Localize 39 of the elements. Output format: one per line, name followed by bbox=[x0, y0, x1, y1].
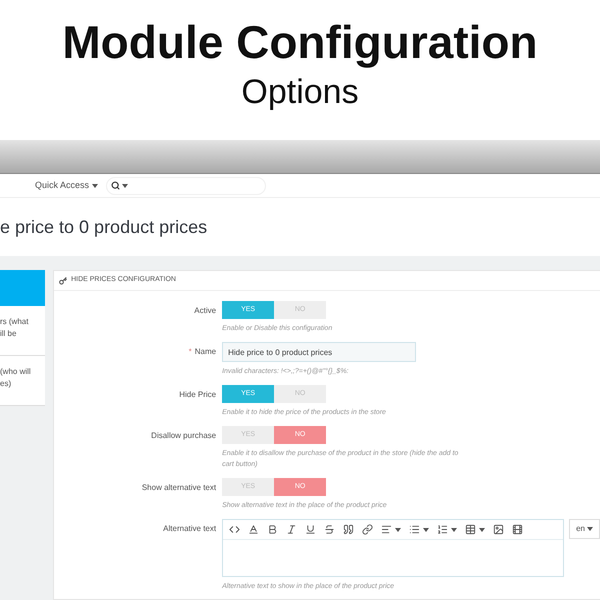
bullet-list-icon[interactable] bbox=[409, 524, 420, 535]
text-color-icon[interactable] bbox=[248, 524, 260, 535]
caret-icon bbox=[587, 527, 593, 531]
caret-icon bbox=[479, 528, 486, 532]
underline-icon[interactable] bbox=[305, 524, 316, 535]
field-label: Active bbox=[194, 305, 216, 317]
video-icon[interactable] bbox=[512, 524, 524, 535]
search-field[interactable] bbox=[106, 176, 266, 194]
strikethrough-icon[interactable] bbox=[324, 524, 336, 535]
language-dropdown[interactable]: en bbox=[569, 519, 600, 539]
field-label: Disallow purchase bbox=[151, 430, 216, 442]
caret-icon bbox=[92, 184, 98, 188]
align-left-icon[interactable] bbox=[381, 524, 392, 535]
numbered-list-icon[interactable] bbox=[437, 524, 448, 535]
field-label: Alternative text bbox=[163, 523, 216, 535]
key-icon bbox=[59, 276, 68, 284]
italic-icon[interactable] bbox=[286, 524, 298, 535]
banner-title: Module Configuration bbox=[62, 15, 538, 70]
table-icon[interactable] bbox=[465, 524, 476, 535]
field-label: Name bbox=[194, 346, 216, 358]
caret-icon bbox=[395, 528, 402, 532]
required-mark: * bbox=[188, 346, 192, 358]
image-icon[interactable] bbox=[493, 524, 504, 535]
sidebar-tab[interactable]: rs (what ill be bbox=[0, 306, 46, 356]
search-icon[interactable] bbox=[111, 181, 120, 190]
name-field[interactable]: Hide price to 0 product prices bbox=[222, 342, 416, 362]
caret-icon bbox=[122, 184, 128, 188]
quote-icon[interactable] bbox=[343, 524, 354, 535]
sidebar-tab[interactable]: (who will es) bbox=[0, 356, 46, 406]
bold-icon[interactable] bbox=[267, 524, 278, 535]
link-icon[interactable] bbox=[362, 524, 374, 535]
quick-access-menu[interactable]: Quick Access bbox=[35, 178, 98, 192]
code-icon[interactable] bbox=[229, 524, 240, 535]
caret-icon bbox=[451, 528, 458, 532]
field-label: Hide Price bbox=[179, 389, 216, 401]
banner-subtitle: Options bbox=[241, 72, 359, 113]
caret-icon bbox=[423, 528, 430, 532]
field-label: Show alternative text bbox=[142, 482, 216, 494]
page-title: e price to 0 product prices bbox=[0, 216, 208, 239]
